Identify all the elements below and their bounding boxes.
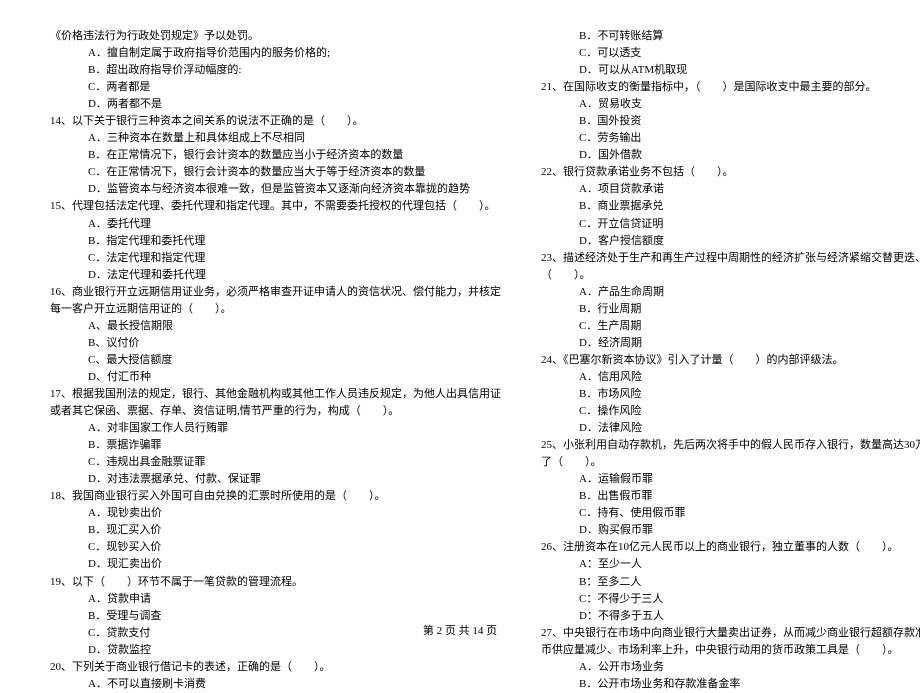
answer-option: B．商业票据承兑 — [541, 198, 920, 215]
right-column: B．不可转账结算C．可以透支D．可以从ATM机取现21、在国际收支的衡量指标中，… — [541, 28, 920, 693]
question-stem: 15、代理包括法定代理、委托代理和指定代理。其中，不需要委托授权的代理包括（ ）… — [50, 198, 501, 215]
answer-option: B．指定代理和委托代理 — [50, 233, 501, 250]
question-stem: 26、注册资本在10亿元人民币以上的商业银行，独立董事的人数（ ）。 — [541, 539, 920, 556]
question-stem: 17、根据我国刑法的规定，银行、其他金融机构或其他工作人员违反规定，为他人出具信… — [50, 386, 501, 403]
answer-option: B．公开市场业务和存款准备金率 — [541, 676, 920, 693]
answer-option: A．贷款申请 — [50, 591, 501, 608]
answer-option: A．运输假币罪 — [541, 471, 920, 488]
answer-option: A．信用风险 — [541, 369, 920, 386]
page-footer: 第 2 页 共 14 页 — [0, 622, 920, 638]
answer-option: C．劳务输出 — [541, 130, 920, 147]
answer-option: D．客户授信额度 — [541, 233, 920, 250]
answer-option: C、最大授信额度 — [50, 352, 501, 369]
answer-option: D．贷款监控 — [50, 642, 501, 659]
question-stem: 了（ ）。 — [541, 454, 920, 471]
answer-option: D．可以从ATM机取现 — [541, 62, 920, 79]
answer-option: A．现钞卖出价 — [50, 505, 501, 522]
answer-option: B、议付价 — [50, 335, 501, 352]
answer-option: B．不可转账结算 — [541, 28, 920, 45]
answer-option: B．在正常情况下，银行会计资本的数量应当小于经济资本的数量 — [50, 147, 501, 164]
question-stem: 19、以下（ ）环节不属于一笔贷款的管理流程。 — [50, 574, 501, 591]
answer-option: A．三种资本在数量上和具体组成上不尽相同 — [50, 130, 501, 147]
question-stem: 币供应量减少、市场利率上升，中央银行动用的货币政策工具是（ ）。 — [541, 642, 920, 659]
question-stem: 16、商业银行开立远期信用证业务，必须严格审查开证申请人的资信状况、偿付能力，并… — [50, 284, 501, 301]
answer-option: A：至少一人 — [541, 556, 920, 573]
question-stem: 20、下列关于商业银行借记卡的表述，正确的是（ ）。 — [50, 659, 501, 676]
answer-option: B．国外投资 — [541, 113, 920, 130]
answer-option: C．法定代理和指定代理 — [50, 250, 501, 267]
question-stem: 22、银行贷款承诺业务不包括（ ）。 — [541, 164, 920, 181]
left-column: 《价格违法行为行政处罚规定》予以处罚。A．擅自制定属于政府指导价范围内的服务价格… — [50, 28, 501, 693]
answer-option: D．法定代理和委托代理 — [50, 267, 501, 284]
answer-option: D．经济周期 — [541, 335, 920, 352]
answer-option: D．国外借款 — [541, 147, 920, 164]
question-stem: 23、描述经济处于生产和再生产过程中周期性的经济扩张与经济紧缩交替更迭、循环的概… — [541, 250, 920, 267]
answer-option: C．两者都是 — [50, 79, 501, 96]
answer-option: B．现汇买入价 — [50, 522, 501, 539]
question-stem: 14、以下关于银行三种资本之间关系的说法不正确的是（ ）。 — [50, 113, 501, 130]
answer-option: C．可以透支 — [541, 45, 920, 62]
answer-option: D、付汇币种 — [50, 369, 501, 386]
question-stem: 24、《巴塞尔新资本协议》引入了计量（ ）的内部评级法。 — [541, 352, 920, 369]
question-stem: 25、小张利用自动存款机，先后两次将手中的假人民币存入银行，数量高达30万余元，… — [541, 437, 920, 454]
answer-option: B．市场风险 — [541, 386, 920, 403]
answer-option: C．在正常情况下，银行会计资本的数量应当大于等于经济资本的数量 — [50, 164, 501, 181]
answer-option: A．对非国家工作人员行贿罪 — [50, 420, 501, 437]
text-line: 《价格违法行为行政处罚规定》予以处罚。 — [50, 28, 501, 45]
answer-option: D．监管资本与经济资本很难一致，但是监管资本又逐渐向经济资本靠拢的趋势 — [50, 181, 501, 198]
two-column-layout: 《价格违法行为行政处罚规定》予以处罚。A．擅自制定属于政府指导价范围内的服务价格… — [50, 28, 870, 693]
question-stem: （ ）。 — [541, 267, 920, 284]
answer-option: D．对违法票据承兑、付款、保证罪 — [50, 471, 501, 488]
answer-option: D．现汇卖出价 — [50, 556, 501, 573]
answer-option: C．持有、使用假币罪 — [541, 505, 920, 522]
answer-option: A．不可以直接刷卡消费 — [50, 676, 501, 693]
answer-option: A、最长授信期限 — [50, 318, 501, 335]
answer-option: C．生产周期 — [541, 318, 920, 335]
answer-option: D．法律风险 — [541, 420, 920, 437]
answer-option: C．操作风险 — [541, 403, 920, 420]
answer-option: B．行业周期 — [541, 301, 920, 318]
answer-option: C．违规出具金融票证罪 — [50, 454, 501, 471]
question-stem: 21、在国际收支的衡量指标中，（ ）是国际收支中最主要的部分。 — [541, 79, 920, 96]
answer-option: A．项目贷款承诺 — [541, 181, 920, 198]
answer-option: D．两者都不是 — [50, 96, 501, 113]
answer-option: C．开立信贷证明 — [541, 216, 920, 233]
answer-option: A．贸易收支 — [541, 96, 920, 113]
answer-option: A．擅自制定属于政府指导价范围内的服务价格的; — [50, 45, 501, 62]
question-stem: 每一客户开立远期信用证的（ ）。 — [50, 301, 501, 318]
question-stem: 或者其它保函、票据、存单、资信证明,情节严重的行为，构成（ ）。 — [50, 403, 501, 420]
answer-option: A．产品生命周期 — [541, 284, 920, 301]
answer-option: A．委托代理 — [50, 216, 501, 233]
question-stem: 18、我国商业银行买入外国可自由兑换的汇票时所使用的是（ ）。 — [50, 488, 501, 505]
answer-option: B：至多二人 — [541, 574, 920, 591]
answer-option: C：不得少于三人 — [541, 591, 920, 608]
answer-option: B．超出政府指导价浮动幅度的: — [50, 62, 501, 79]
answer-option: C．现钞买入价 — [50, 539, 501, 556]
answer-option: A．公开市场业务 — [541, 659, 920, 676]
answer-option: B．票据诈骗罪 — [50, 437, 501, 454]
answer-option: B．出售假币罪 — [541, 488, 920, 505]
answer-option: D．购买假币罪 — [541, 522, 920, 539]
